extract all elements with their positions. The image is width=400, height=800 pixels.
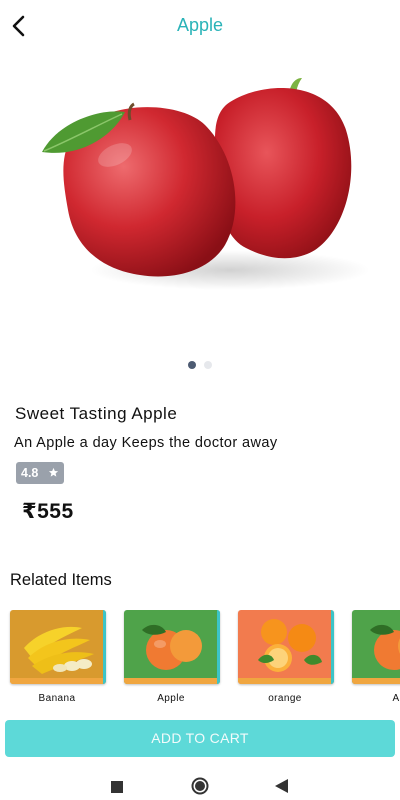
page-title: Apple bbox=[176, 15, 224, 35]
orange-image bbox=[238, 610, 334, 684]
related-item-thumbnail bbox=[10, 610, 106, 684]
related-items-heading: Related Items bbox=[10, 571, 112, 589]
rating-badge: 4.8 bbox=[16, 462, 64, 484]
related-item-label: Ap bbox=[392, 693, 400, 704]
system-back-button[interactable] bbox=[275, 779, 288, 798]
circle-icon bbox=[191, 777, 209, 795]
apple-image bbox=[124, 610, 220, 684]
home-button[interactable] bbox=[191, 777, 209, 800]
rating-value: 4.8 bbox=[21, 466, 39, 480]
system-navigation-bar bbox=[0, 766, 400, 800]
related-item-apple[interactable]: Apple bbox=[124, 610, 220, 706]
star-icon bbox=[48, 467, 59, 477]
carousel-page-indicator bbox=[186, 361, 216, 371]
recents-button[interactable] bbox=[111, 780, 123, 798]
top-app-bar: Apple bbox=[0, 0, 400, 52]
product-name: Sweet Tasting Apple bbox=[15, 404, 178, 423]
related-item-thumbnail bbox=[352, 610, 400, 684]
product-description: An Apple a day Keeps the doctor away bbox=[14, 435, 278, 451]
triangle-back-icon bbox=[275, 779, 288, 793]
product-price: ₹555 bbox=[22, 500, 74, 523]
apple-image bbox=[42, 78, 370, 290]
page-dot-inactive[interactable] bbox=[204, 361, 212, 369]
related-item-banana[interactable]: Banana bbox=[10, 610, 106, 706]
banana-image bbox=[10, 610, 106, 684]
page-dot-active[interactable] bbox=[188, 361, 196, 369]
product-image-carousel[interactable] bbox=[30, 70, 370, 310]
related-items-list[interactable]: Banana Apple orange A bbox=[0, 610, 400, 710]
related-item-apple-2[interactable]: Ap bbox=[352, 610, 400, 706]
related-item-label: orange bbox=[268, 693, 302, 704]
apple-image bbox=[352, 610, 400, 684]
related-item-thumbnail bbox=[124, 610, 220, 684]
square-icon bbox=[111, 781, 123, 793]
related-item-thumbnail bbox=[238, 610, 334, 684]
related-item-orange[interactable]: orange bbox=[238, 610, 334, 706]
add-to-cart-button[interactable]: ADD TO CART bbox=[5, 720, 395, 757]
related-item-label: Banana bbox=[38, 693, 76, 704]
related-item-label: Apple bbox=[157, 693, 185, 704]
